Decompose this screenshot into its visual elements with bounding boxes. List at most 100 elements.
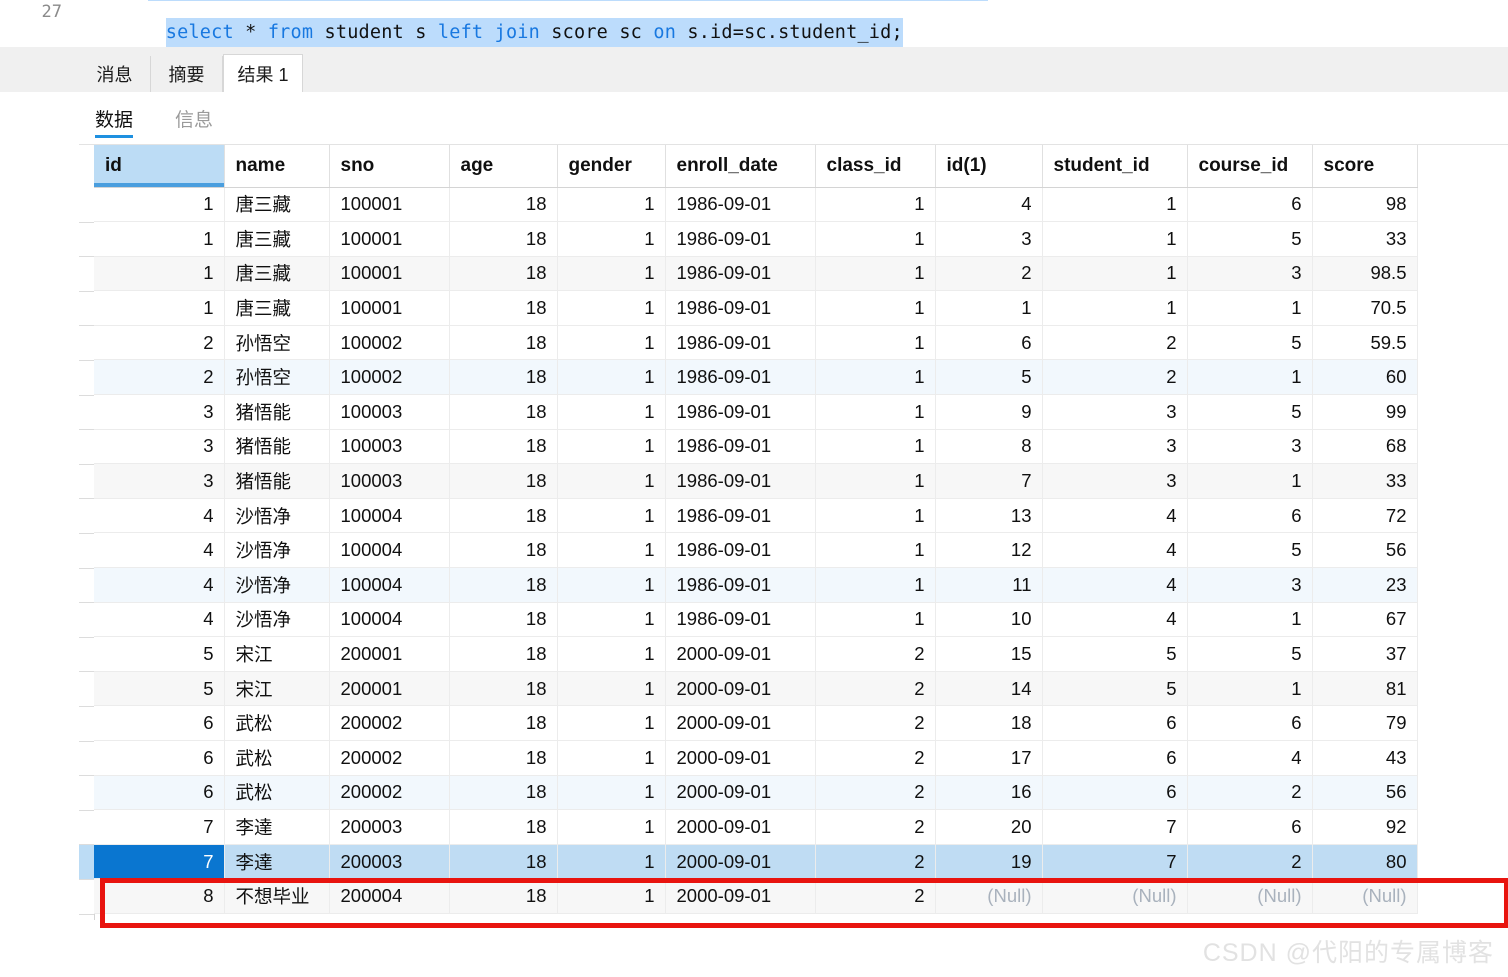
cell-student_id[interactable]: 1 xyxy=(1042,187,1188,223)
column-header-age[interactable]: age xyxy=(449,145,558,188)
cell-score[interactable]: 43 xyxy=(1312,740,1418,776)
cell-course_id[interactable]: 3 xyxy=(1187,567,1313,603)
table-row[interactable]: 4 沙悟净 100004 18 1 1986-09-01 1 11 4 3 23 xyxy=(94,567,1418,603)
table-row[interactable]: 5 宋江 200001 18 1 2000-09-01 2 15 5 5 37 xyxy=(94,636,1418,672)
table-row[interactable]: 7 李達 200003 18 1 2000-09-01 2 20 7 6 92 xyxy=(94,809,1418,845)
row-header-cell[interactable] xyxy=(79,464,94,500)
column-header-student_id[interactable]: student_id xyxy=(1042,145,1188,188)
cell-course_id[interactable]: 3 xyxy=(1187,429,1313,465)
row-header-cell[interactable] xyxy=(79,741,94,777)
cell-score[interactable]: 79 xyxy=(1312,705,1418,741)
cell-id[interactable]: 3 xyxy=(94,429,225,465)
cell-course_id[interactable]: 5 xyxy=(1187,532,1313,569)
cell-name[interactable]: 沙悟净 xyxy=(224,532,330,569)
cell-gender[interactable]: 1 xyxy=(557,567,666,603)
row-header-cell[interactable] xyxy=(79,810,94,846)
cell-enroll_date[interactable]: 1986-09-01 xyxy=(665,463,816,499)
cell-course_id[interactable]: 6 xyxy=(1187,705,1313,741)
cell-id[interactable]: 5 xyxy=(94,636,225,672)
cell-enroll_date[interactable]: 2000-09-01 xyxy=(665,775,816,811)
cell-class_id[interactable]: 1 xyxy=(815,290,936,326)
cell-sno[interactable]: 200003 xyxy=(329,844,450,880)
column-header-course_id[interactable]: course_id xyxy=(1187,145,1313,188)
cell-course_id[interactable]: 1 xyxy=(1187,290,1313,326)
table-row[interactable]: 1 唐三藏 100001 18 1 1986-09-01 1 3 1 5 33 xyxy=(94,221,1418,257)
cell-id1[interactable]: 3 xyxy=(935,221,1043,257)
cell-age[interactable]: 18 xyxy=(449,394,558,430)
cell-id[interactable]: 6 xyxy=(94,705,225,741)
cell-gender[interactable]: 1 xyxy=(557,740,666,776)
row-header-gutter[interactable] xyxy=(79,145,95,920)
cell-name[interactable]: 唐三藏 xyxy=(224,187,330,223)
row-header-cell[interactable] xyxy=(79,603,94,638)
cell-enroll_date[interactable]: 1986-09-01 xyxy=(665,290,816,326)
table-row[interactable]: 4 沙悟净 100004 18 1 1986-09-01 1 13 4 6 72 xyxy=(94,498,1418,534)
cell-id1[interactable]: 11 xyxy=(935,567,1043,603)
cell-id[interactable]: 1 xyxy=(94,221,225,257)
cell-student_id[interactable]: 7 xyxy=(1042,809,1188,845)
column-header-class_id[interactable]: class_id xyxy=(815,145,936,188)
cell-student_id[interactable]: 3 xyxy=(1042,429,1188,465)
cell-age[interactable]: 18 xyxy=(449,809,558,845)
cell-id1[interactable]: 12 xyxy=(935,532,1043,569)
cell-class_id[interactable]: 2 xyxy=(815,636,936,672)
cell-id1[interactable]: 18 xyxy=(935,705,1043,741)
cell-score[interactable]: 56 xyxy=(1312,532,1418,569)
cell-enroll_date[interactable]: 2000-09-01 xyxy=(665,809,816,845)
cell-student_id[interactable]: 4 xyxy=(1042,532,1188,569)
cell-student_id[interactable]: 2 xyxy=(1042,325,1188,361)
cell-id1[interactable]: 10 xyxy=(935,602,1043,638)
cell-age[interactable]: 18 xyxy=(449,532,558,569)
cell-score[interactable]: 33 xyxy=(1312,221,1418,257)
cell-student_id[interactable]: 7 xyxy=(1042,844,1188,880)
cell-student_id[interactable]: 5 xyxy=(1042,671,1188,707)
sql-code-line[interactable]: select * from student s left join score … xyxy=(148,0,903,48)
cell-id[interactable]: 6 xyxy=(94,740,225,776)
cell-age[interactable]: 18 xyxy=(449,221,558,257)
cell-score[interactable]: 33 xyxy=(1312,463,1418,499)
cell-course_id[interactable]: 3 xyxy=(1187,256,1313,292)
cell-gender[interactable]: 1 xyxy=(557,498,666,534)
cell-sno[interactable]: 100003 xyxy=(329,394,450,430)
cell-class_id[interactable]: 1 xyxy=(815,498,936,534)
cell-student_id[interactable]: 1 xyxy=(1042,290,1188,326)
row-header-cell[interactable] xyxy=(79,291,94,327)
sub-tab-info[interactable]: 信息 xyxy=(175,100,213,136)
cell-class_id[interactable]: 2 xyxy=(815,775,936,811)
cell-sno[interactable]: 100002 xyxy=(329,359,450,396)
cell-student_id[interactable]: 6 xyxy=(1042,740,1188,776)
cell-name[interactable]: 沙悟净 xyxy=(224,567,330,603)
cell-enroll_date[interactable]: 1986-09-01 xyxy=(665,498,816,534)
cell-gender[interactable]: 1 xyxy=(557,394,666,430)
cell-course_id[interactable]: 5 xyxy=(1187,325,1313,361)
table-row[interactable]: 6 武松 200002 18 1 2000-09-01 2 18 6 6 79 xyxy=(94,705,1418,741)
cell-id1[interactable]: 20 xyxy=(935,809,1043,845)
cell-score[interactable]: 98.5 xyxy=(1312,256,1418,292)
cell-class_id[interactable]: 1 xyxy=(815,325,936,361)
cell-age[interactable]: 18 xyxy=(449,602,558,638)
cell-class_id[interactable]: 1 xyxy=(815,394,936,430)
column-header-score[interactable]: score xyxy=(1312,145,1418,188)
cell-name[interactable]: 孙悟空 xyxy=(224,325,330,361)
cell-class_id[interactable]: 1 xyxy=(815,359,936,396)
cell-sno[interactable]: 200001 xyxy=(329,671,450,707)
cell-course_id[interactable]: 1 xyxy=(1187,671,1313,707)
cell-score[interactable]: 72 xyxy=(1312,498,1418,534)
cell-score[interactable]: 98 xyxy=(1312,187,1418,223)
sql-statement-text[interactable]: select * from student s left join score … xyxy=(165,18,903,48)
cell-name[interactable]: 李達 xyxy=(224,809,330,845)
cell-enroll_date[interactable]: 1986-09-01 xyxy=(665,394,816,430)
row-header-cell[interactable] xyxy=(79,326,94,361)
cell-sno[interactable]: 100004 xyxy=(329,602,450,638)
cell-id[interactable]: 2 xyxy=(94,325,225,361)
table-row[interactable]: 1 唐三藏 100001 18 1 1986-09-01 1 2 1 3 98.5 xyxy=(94,256,1418,292)
cell-course_id[interactable]: (Null) xyxy=(1187,878,1313,914)
cell-course_id[interactable]: 5 xyxy=(1187,636,1313,672)
cell-name[interactable]: 唐三藏 xyxy=(224,290,330,326)
cell-gender[interactable]: 1 xyxy=(557,532,666,569)
cell-score[interactable]: 60 xyxy=(1312,359,1418,396)
cell-sno[interactable]: 100001 xyxy=(329,256,450,292)
column-header-sno[interactable]: sno xyxy=(329,145,450,188)
cell-name[interactable]: 唐三藏 xyxy=(224,221,330,257)
cell-name[interactable]: 猪悟能 xyxy=(224,463,330,499)
